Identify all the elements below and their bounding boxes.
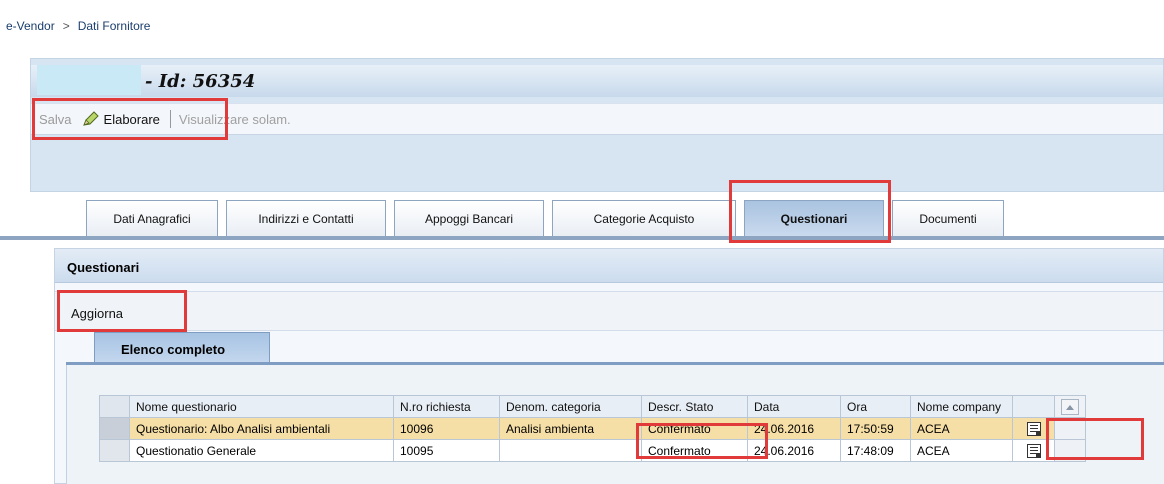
action-column-header — [1012, 395, 1055, 418]
vendor-name-field — [37, 65, 141, 95]
annotation-box-tab — [729, 180, 891, 243]
column-header[interactable]: Nome questionario — [129, 395, 394, 418]
row-selector[interactable] — [99, 417, 130, 440]
column-header[interactable]: Nome company — [910, 395, 1013, 418]
tab-documenti[interactable]: Documenti — [892, 200, 1004, 236]
annotation-box-toolbar — [32, 98, 228, 140]
document-icon — [1026, 421, 1041, 436]
scroll-up-icon — [1061, 399, 1079, 415]
breadcrumb-current: Dati Fornitore — [77, 19, 151, 33]
tab-dati-anagrafici[interactable]: Dati Anagrafici — [86, 200, 218, 236]
grid-container: Nome questionario N.ro richiesta Denom. … — [66, 365, 1164, 484]
column-header[interactable]: Descr. Stato — [641, 395, 748, 418]
page-title: - Id: 56354 — [145, 71, 256, 92]
cell-denom — [499, 439, 642, 462]
row-selector[interactable] — [99, 439, 130, 462]
tab-label: Indirizzi e Contatti — [258, 211, 354, 226]
annotation-box-refresh — [57, 290, 187, 332]
column-header[interactable]: N.ro richiesta — [393, 395, 500, 418]
cell-nome: Questionario: Albo Analisi ambientali — [129, 417, 394, 440]
cell-denom: Analisi ambienta — [499, 417, 642, 440]
section-toolbar: Aggiorna — [55, 291, 1163, 331]
tab-strip: Dati Anagrafici Indirizzi e Contatti App… — [0, 192, 1164, 240]
tab-label: Categorie Acquisto — [593, 211, 695, 226]
column-header[interactable]: Ora — [840, 395, 911, 418]
annotation-box-action — [1046, 418, 1144, 460]
cell-ora: 17:50:59 — [840, 417, 911, 440]
cell-nr: 10096 — [393, 417, 500, 440]
select-all-cell[interactable] — [99, 395, 130, 418]
tab-baseline — [0, 236, 1164, 240]
cell-company: ACEA — [910, 439, 1013, 462]
tab-categorie-acquisto[interactable]: Categorie Acquisto — [552, 200, 736, 236]
column-header[interactable]: Data — [747, 395, 841, 418]
subtab-elenco-completo[interactable]: Elenco completo — [94, 332, 270, 362]
column-header[interactable]: Denom. categoria — [499, 395, 642, 418]
breadcrumb: e-Vendor > Dati Fornitore — [6, 19, 150, 33]
table-row[interactable]: Questionario: Albo Analisi ambientali 10… — [99, 417, 1086, 440]
cell-nr: 10095 — [393, 439, 500, 462]
annotation-box-status — [636, 423, 768, 459]
tab-label: Documenti — [919, 211, 977, 226]
section-title: Questionari — [55, 249, 1163, 283]
tab-appoggi-bancari[interactable]: Appoggi Bancari — [394, 200, 544, 236]
document-icon — [1026, 443, 1041, 458]
breadcrumb-root-link[interactable]: e-Vendor — [6, 19, 55, 33]
cell-ora: 17:48:09 — [840, 439, 911, 462]
scroll-up-button[interactable] — [1054, 395, 1086, 418]
breadcrumb-separator: > — [62, 19, 70, 33]
tab-label: Dati Anagrafici — [113, 211, 191, 226]
table-header-row: Nome questionario N.ro richiesta Denom. … — [99, 395, 1086, 418]
tab-label: Appoggi Bancari — [424, 211, 514, 226]
cell-company: ACEA — [910, 417, 1013, 440]
tab-indirizzi-contatti[interactable]: Indirizzi e Contatti — [226, 200, 386, 236]
subtab-area: Elenco completo Nome questionario N.ro r… — [66, 330, 1164, 484]
table-row[interactable]: Questionatio Generale 10095 Confermato 2… — [99, 439, 1086, 462]
cell-nome: Questionatio Generale — [129, 439, 394, 462]
questionnaire-table: Nome questionario N.ro richiesta Denom. … — [99, 395, 1086, 462]
